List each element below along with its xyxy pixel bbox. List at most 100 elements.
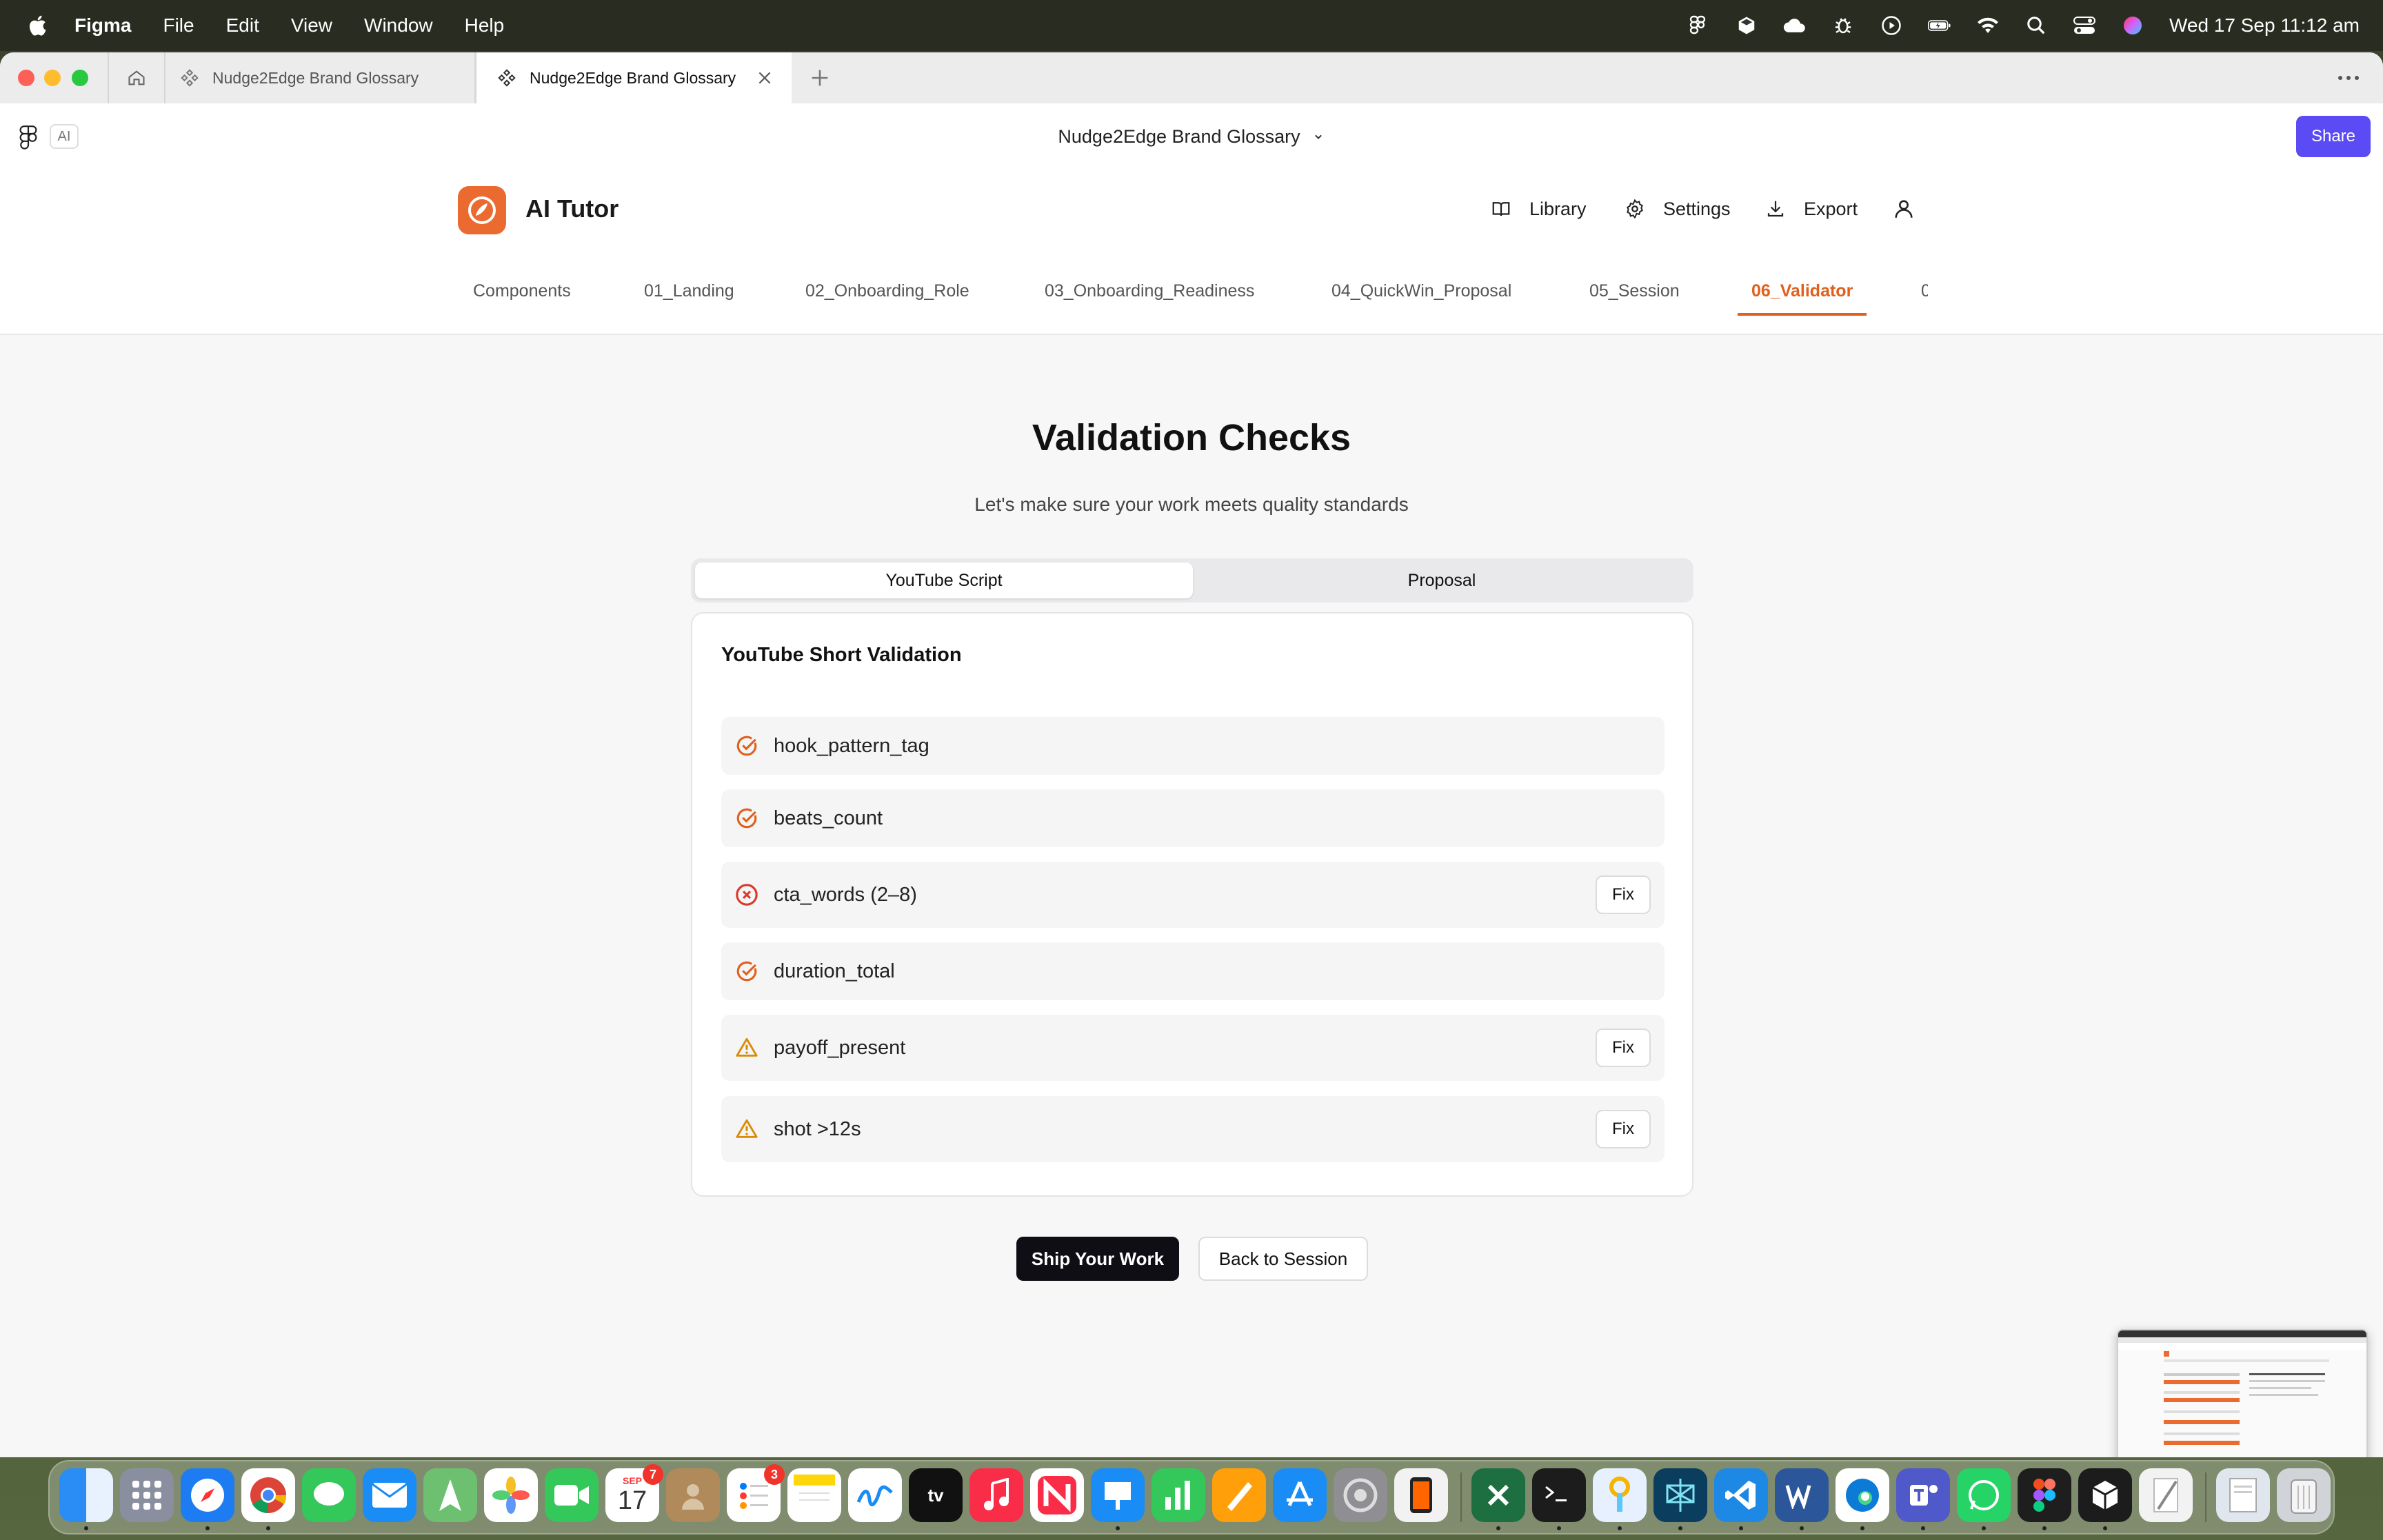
system-settings-icon[interactable] [1334,1468,1387,1522]
check-row: payoff_present Fix [721,1015,1665,1081]
ship-your-work-button[interactable]: Ship Your Work [1016,1237,1179,1281]
control-center-icon[interactable] [2073,14,2096,37]
running-indicator [1921,1526,1925,1530]
contacts-icon[interactable] [666,1468,720,1522]
tab-quickwin-proposal[interactable]: 04_QuickWin_Proposal [1331,248,1511,334]
close-tab-icon[interactable] [756,69,774,87]
facetime-icon[interactable] [545,1468,599,1522]
minimize-window-button[interactable] [44,70,61,86]
numbers-icon[interactable] [1152,1468,1205,1522]
box-icon[interactable] [1735,14,1758,37]
word-icon[interactable] [1775,1468,1829,1522]
fix-button[interactable]: Fix [1596,875,1651,914]
freeform-icon[interactable] [848,1468,902,1522]
segment-proposal[interactable]: Proposal [1194,563,1689,598]
music-icon[interactable] [969,1468,1023,1522]
warning-triangle-icon [736,1119,758,1138]
excel-icon[interactable] [1471,1468,1525,1522]
share-button[interactable]: Share [2296,116,2371,157]
app-logo[interactable] [458,186,506,234]
export-link[interactable]: Export [1765,170,1858,248]
battery-icon[interactable] [1927,14,1951,37]
close-window-button[interactable] [18,70,34,86]
iphone-mirroring-icon[interactable] [1394,1468,1448,1522]
passwords-icon[interactable] [1593,1468,1647,1522]
play-circle-icon[interactable] [1880,14,1903,37]
fix-button[interactable]: Fix [1596,1029,1651,1067]
check-circle-icon [736,736,757,756]
reminders-icon[interactable]: 3 [727,1464,785,1522]
new-tab-icon[interactable] [808,66,832,90]
apple-icon[interactable] [26,13,51,38]
running-indicator [1496,1526,1500,1530]
cloud-icon[interactable] [1783,14,1807,37]
news-icon[interactable] [1030,1468,1084,1522]
documents-folder-icon[interactable] [2216,1468,2270,1522]
check-row: cta_words (2–8) Fix [721,862,1665,928]
teams-icon[interactable] [1896,1468,1950,1522]
tab-onboarding-role[interactable]: 02_Onboarding_Role [805,248,969,334]
segment-youtube-script[interactable]: YouTube Script [695,563,1193,598]
maps-icon[interactable] [423,1468,477,1522]
menu-window[interactable]: Window [364,14,433,37]
trash-icon[interactable] [2277,1468,2331,1522]
tab-next[interactable]: 0 [1921,248,1928,334]
running-indicator [1557,1526,1561,1530]
wifi-icon[interactable] [1976,14,2000,37]
siri-icon[interactable] [2121,14,2144,37]
tab-landing[interactable]: 01_Landing [644,248,734,334]
edge-icon[interactable] [1836,1468,1889,1522]
home-button[interactable] [108,52,165,103]
fix-button[interactable]: Fix [1596,1110,1651,1148]
more-options-icon[interactable] [2335,68,2362,88]
menu-edit[interactable]: Edit [226,14,259,37]
chrome-icon[interactable] [241,1468,295,1522]
file-title[interactable]: Nudge2Edge Brand Glossary [0,103,2383,170]
keynote-icon[interactable] [1091,1468,1145,1522]
menu-app-name[interactable]: Figma [74,14,131,37]
whatsapp-icon[interactable] [1957,1468,2011,1522]
menu-view[interactable]: View [291,14,332,37]
vscode-icon[interactable] [1714,1468,1768,1522]
tab-components[interactable]: Components [473,248,571,334]
search-icon[interactable] [2024,14,2048,37]
app-title: AI Tutor [525,194,619,223]
photos-icon[interactable] [484,1468,538,1522]
check-circle-icon [736,808,757,829]
notes-icon[interactable] [787,1468,841,1522]
back-to-session-button[interactable]: Back to Session [1198,1237,1368,1281]
library-link[interactable]: Library [1491,170,1587,248]
messages-icon[interactable] [302,1468,356,1522]
tab-validator[interactable]: 06_Validator [1738,248,1867,334]
bug-icon[interactable] [1831,14,1855,37]
tab-onboarding-readiness[interactable]: 03_Onboarding_Readiness [1045,248,1254,334]
fullscreen-window-button[interactable] [72,70,88,86]
safari-icon[interactable] [181,1468,234,1522]
screen-preview-thumbnail[interactable] [2117,1329,2368,1457]
tab-file-2-active[interactable]: Nudge2Edge Brand Glossary [477,52,792,103]
pages-icon[interactable] [1212,1468,1266,1522]
apple-tv-icon[interactable]: tv [909,1468,963,1522]
mail-icon[interactable] [363,1468,416,1522]
settings-link[interactable]: Settings [1625,170,1731,248]
app-store-icon[interactable] [1273,1468,1327,1522]
perplexity-icon[interactable] [1653,1468,1707,1522]
user-icon[interactable] [1892,197,1916,221]
menubar-datetime[interactable]: Wed 17 Sep 11:12 am [2169,14,2360,37]
check-label: hook_pattern_tag [774,734,929,757]
check-circle-icon [736,961,757,982]
figma-menubar-icon[interactable] [1687,14,1710,37]
menu-help[interactable]: Help [465,14,505,37]
launchpad-icon[interactable] [120,1468,174,1522]
finder-icon[interactable] [59,1468,113,1522]
running-indicator [1860,1526,1864,1530]
script-editor-icon[interactable] [2139,1468,2193,1522]
tab-file-1[interactable]: Nudge2Edge Brand Glossary [165,52,476,103]
terminal-icon[interactable] [1532,1468,1586,1522]
menu-bar: Figma File Edit View Window Help Wed 17 … [0,0,2383,51]
tab-session[interactable]: 05_Session [1589,248,1680,334]
cube-app-icon[interactable] [2078,1468,2132,1522]
calendar-icon[interactable]: SEP 17 7 [605,1464,663,1522]
menu-file[interactable]: File [163,14,194,37]
figma-icon[interactable] [2018,1468,2071,1522]
